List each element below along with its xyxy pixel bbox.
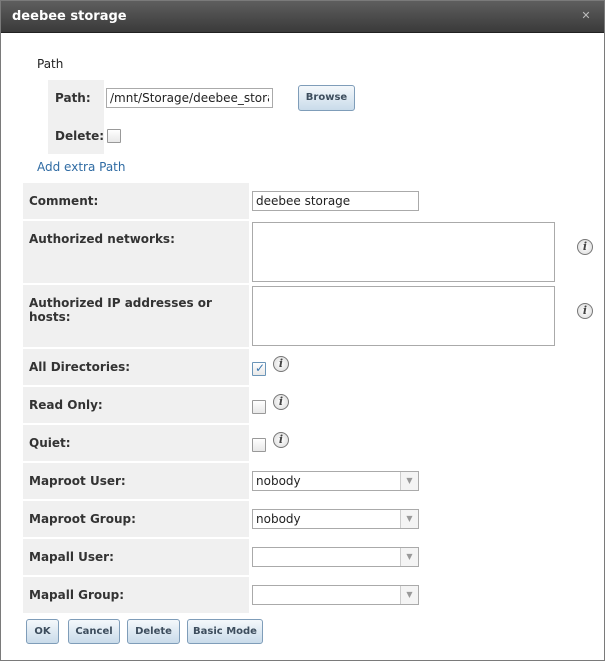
delete-path-checkbox[interactable] [107, 129, 121, 143]
authorized-hosts-label: Authorized IP addresses or hosts: [29, 296, 212, 324]
maproot-user-select[interactable]: nobody ▼ [252, 471, 419, 491]
checkmark-icon: ✓ [255, 361, 266, 375]
read-only-label-cell: Read Only: [23, 387, 249, 423]
mapall-group-label-cell: Mapall Group: [23, 577, 249, 613]
maproot-user-label-cell: Maproot User: [23, 463, 249, 499]
chevron-down-icon: ▼ [400, 586, 418, 604]
mapall-user-label-cell: Mapall User: [23, 539, 249, 575]
browse-button[interactable]: Browse [298, 85, 355, 111]
path-input[interactable] [106, 88, 273, 108]
maproot-group-label-cell: Maproot Group: [23, 501, 249, 537]
delete-label-cell: Delete: [48, 118, 104, 154]
read-only-label: Read Only: [29, 398, 103, 412]
add-extra-path-link[interactable]: Add extra Path [37, 160, 126, 174]
ok-button[interactable]: OK [26, 619, 59, 644]
dialog-title: deebee storage [12, 9, 127, 24]
mapall-user-label: Mapall User: [29, 550, 114, 564]
authorized-networks-label: Authorized networks: [29, 232, 175, 246]
dialog-titlebar: deebee storage ✕ [1, 1, 604, 33]
all-directories-checkbox[interactable]: ✓ [252, 361, 266, 376]
quiet-label-cell: Quiet: [23, 425, 249, 461]
hosts-label-cell: Authorized IP addresses or hosts: [23, 285, 249, 347]
read-only-info-icon[interactable]: i [273, 394, 289, 410]
delete-path-label: Delete: [55, 129, 105, 143]
chevron-down-icon: ▼ [400, 548, 418, 566]
nfs-share-dialog: deebee storage ✕ Path Path: Browse Delet… [0, 0, 605, 661]
delete-button[interactable]: Delete [127, 619, 180, 644]
quiet-info-icon[interactable]: i [273, 432, 289, 448]
close-icon[interactable]: ✕ [580, 10, 592, 22]
all-directories-info-icon[interactable]: i [273, 356, 289, 372]
quiet-checkbox[interactable] [252, 438, 266, 452]
maproot-user-label: Maproot User: [29, 474, 126, 488]
chevron-down-icon: ▼ [400, 510, 418, 528]
maproot-user-value: nobody [256, 474, 301, 488]
path-label-cell: Path: [48, 80, 104, 118]
hosts-info-icon[interactable]: i [577, 303, 593, 319]
cancel-button[interactable]: Cancel [68, 619, 120, 644]
mapall-user-select[interactable]: ▼ [252, 547, 419, 567]
comment-label: Comment: [29, 194, 99, 208]
chevron-down-icon: ▼ [400, 472, 418, 490]
quiet-label: Quiet: [29, 436, 71, 450]
path-label: Path: [55, 91, 91, 105]
all-directories-label: All Directories: [29, 360, 131, 374]
mapall-group-select[interactable]: ▼ [252, 585, 419, 605]
basic-mode-button[interactable]: Basic Mode [187, 619, 263, 644]
networks-label-cell: Authorized networks: [23, 221, 249, 283]
authorized-hosts-textarea[interactable] [252, 286, 555, 346]
networks-info-icon[interactable]: i [577, 239, 593, 255]
all-directories-label-cell: All Directories: [23, 349, 249, 385]
maproot-group-value: nobody [256, 512, 301, 526]
path-section-heading: Path [37, 57, 64, 71]
comment-input[interactable] [252, 191, 419, 211]
maproot-group-select[interactable]: nobody ▼ [252, 509, 419, 529]
comment-label-cell: Comment: [23, 183, 249, 219]
maproot-group-label: Maproot Group: [29, 512, 136, 526]
mapall-group-label: Mapall Group: [29, 588, 125, 602]
authorized-networks-textarea[interactable] [252, 222, 555, 282]
read-only-checkbox[interactable] [252, 400, 266, 414]
